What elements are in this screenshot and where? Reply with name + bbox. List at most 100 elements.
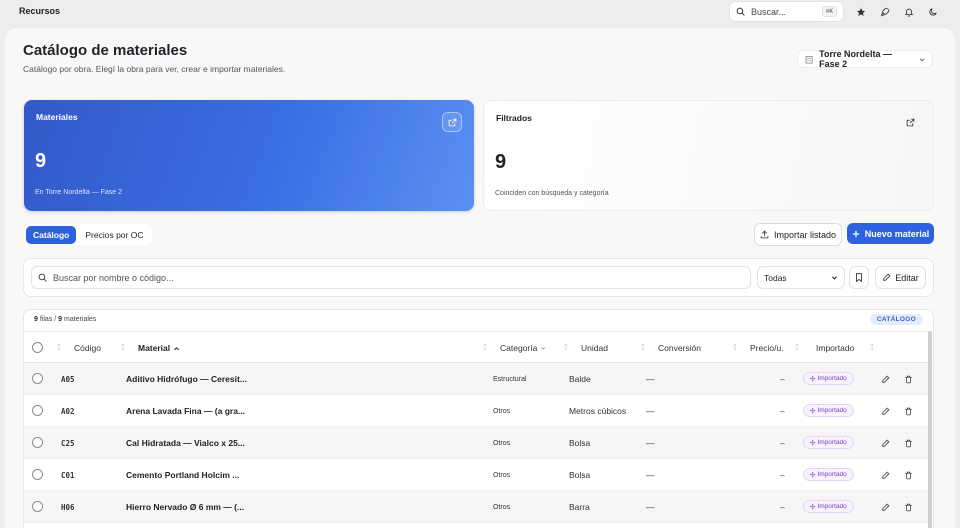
imported-badge: ✣ Importado [803, 404, 854, 417]
sparkle-icon: ✣ [810, 439, 816, 447]
row-checkbox[interactable] [32, 373, 43, 384]
table-row[interactable]: C01 Cemento Portland Holcim ... Otros Bo… [24, 459, 929, 491]
row-material[interactable]: Cemento Portland Holcim ... [126, 470, 239, 480]
column-unidad[interactable]: Unidad [581, 343, 608, 353]
row-checkbox[interactable] [32, 469, 43, 480]
column-drag-handle[interactable]: ⁞⁞ [121, 343, 125, 352]
category-select[interactable]: Todas [757, 266, 845, 289]
app-brand[interactable]: Recursos [19, 6, 60, 16]
delete-row-button[interactable] [902, 405, 914, 417]
select-all-checkbox[interactable] [32, 342, 43, 353]
global-search[interactable]: Buscar... ⌘K [729, 1, 844, 22]
rocket-icon[interactable] [877, 4, 893, 20]
materiales-card-footer: En Torre Nordelta — Fase 2 [35, 189, 123, 196]
search-shortcut: ⌘K [821, 6, 837, 17]
column-categoria[interactable]: Categoría [500, 343, 546, 353]
pencil-icon [883, 273, 891, 281]
building-icon [805, 55, 813, 63]
column-drag-handle[interactable]: ⁞⁞ [641, 343, 645, 352]
row-unit: Bolsa [569, 438, 591, 448]
tab-precios-por-oc[interactable]: Precios por OC [78, 226, 150, 244]
moon-icon[interactable] [925, 4, 941, 20]
edit-row-button[interactable] [879, 373, 891, 385]
delete-row-button[interactable] [902, 469, 914, 481]
column-importado[interactable]: Importado [816, 343, 854, 353]
table-row[interactable]: C25 Cal Hidratada — Vialco x 25... Otros… [24, 427, 929, 459]
row-material[interactable]: Arena Lavada Fina — (a gra... [126, 406, 245, 416]
column-drag-handle[interactable]: ⁞⁞ [795, 343, 799, 352]
saved-views-button[interactable] [849, 266, 869, 289]
sort-asc-icon [174, 346, 180, 350]
edit-row-button[interactable] [879, 501, 891, 513]
global-search-placeholder: Buscar... [751, 6, 787, 17]
row-material[interactable]: Aditivo Hidrófugo — Ceresit... [126, 374, 247, 384]
row-material[interactable]: Cal Hidratada — Vialco x 25... [126, 438, 245, 448]
edit-button[interactable]: Editar [875, 266, 926, 289]
chevron-down-icon [919, 58, 925, 61]
import-list-button[interactable]: Importar listado [754, 223, 842, 246]
row-category: Otros [493, 504, 511, 511]
column-codigo[interactable]: Código [74, 343, 101, 353]
column-drag-handle[interactable]: ⁞⁞ [483, 343, 487, 352]
plus-icon [852, 230, 859, 237]
column-drag-handle[interactable]: ⁞⁞ [870, 343, 874, 352]
bell-icon[interactable] [901, 4, 917, 20]
edit-row-button[interactable] [879, 469, 891, 481]
delete-row-button[interactable] [902, 373, 914, 385]
column-material[interactable]: Material [138, 343, 180, 353]
row-unit: Metros cúbicos [569, 406, 627, 416]
material-search [31, 266, 751, 289]
row-conversion: — [646, 502, 655, 512]
row-checkbox[interactable] [32, 501, 43, 512]
row-category: Otros [493, 440, 511, 447]
star-icon[interactable] [853, 4, 869, 20]
material-search-input[interactable] [53, 272, 744, 283]
filtrados-card-title: Filtrados [496, 113, 532, 123]
pencil-icon [881, 471, 889, 479]
table-row[interactable]: A02 Arena Lavada Fina — (a gra... Otros … [24, 395, 929, 427]
row-material[interactable]: Hierro Nervado Ø 6 mm — (... [126, 502, 244, 512]
row-code: H06 [61, 503, 75, 512]
column-conversion[interactable]: Conversión [658, 343, 701, 353]
column-drag-handle[interactable]: ⁞⁞ [57, 343, 61, 352]
view-tabs: Catálogo Precios por OC [24, 224, 153, 245]
pencil-icon [881, 407, 889, 415]
delete-row-button[interactable] [902, 501, 914, 513]
row-price: – [780, 470, 785, 480]
filter-bar: Todas Editar [23, 258, 934, 297]
tab-catalogo[interactable]: Catálogo [26, 225, 77, 244]
materiales-card-open-button[interactable] [442, 112, 462, 132]
pencil-icon [881, 375, 889, 383]
table-body: A05 Aditivo Hidrófugo — Ceresit... Estru… [24, 363, 933, 528]
imported-badge: ✣ Importado [803, 468, 854, 481]
table-row[interactable]: A05 Aditivo Hidrófugo — Ceresit... Estru… [24, 363, 929, 395]
delete-row-button[interactable] [902, 437, 914, 449]
row-checkbox[interactable] [32, 405, 43, 416]
row-price: – [780, 438, 785, 448]
table-row[interactable]: H06 Hierro Nervado Ø 6 mm — (... Otros B… [24, 491, 929, 523]
page-subtitle: Catálogo por obra. Elegí la obra para ve… [23, 64, 286, 74]
row-code: C01 [61, 471, 75, 480]
edit-button-label: Editar [895, 272, 919, 283]
page-title: Catálogo de materiales [23, 42, 188, 59]
row-code: A05 [61, 375, 75, 384]
row-checkbox[interactable] [32, 437, 43, 448]
new-material-button[interactable]: Nuevo material [847, 223, 934, 244]
row-unit: Bolsa [569, 470, 591, 480]
row-price: – [780, 374, 785, 384]
search-icon [38, 273, 47, 282]
filtrados-card-open-button[interactable] [900, 112, 920, 132]
column-precio[interactable]: Precio/u. [750, 343, 784, 353]
column-drag-handle[interactable]: ⁞⁞ [564, 343, 568, 352]
catalog-badge: CATÁLOGO [869, 314, 923, 325]
edit-row-button[interactable] [879, 405, 891, 417]
bookmark-icon [855, 273, 863, 282]
materials-table: 9 filas / 9 materiales CATÁLOGO ⁞⁞ Códig… [23, 309, 934, 528]
imported-badge: ✣ Importado [803, 500, 854, 513]
materiales-card-title: Materiales [36, 112, 78, 122]
obra-selector[interactable]: Torre Nordelta — Fase 2 [797, 49, 933, 69]
edit-row-button[interactable] [879, 437, 891, 449]
table-scrollbar[interactable] [928, 331, 932, 528]
column-drag-handle[interactable]: ⁞⁞ [733, 343, 737, 352]
sparkle-icon: ✣ [810, 471, 816, 479]
